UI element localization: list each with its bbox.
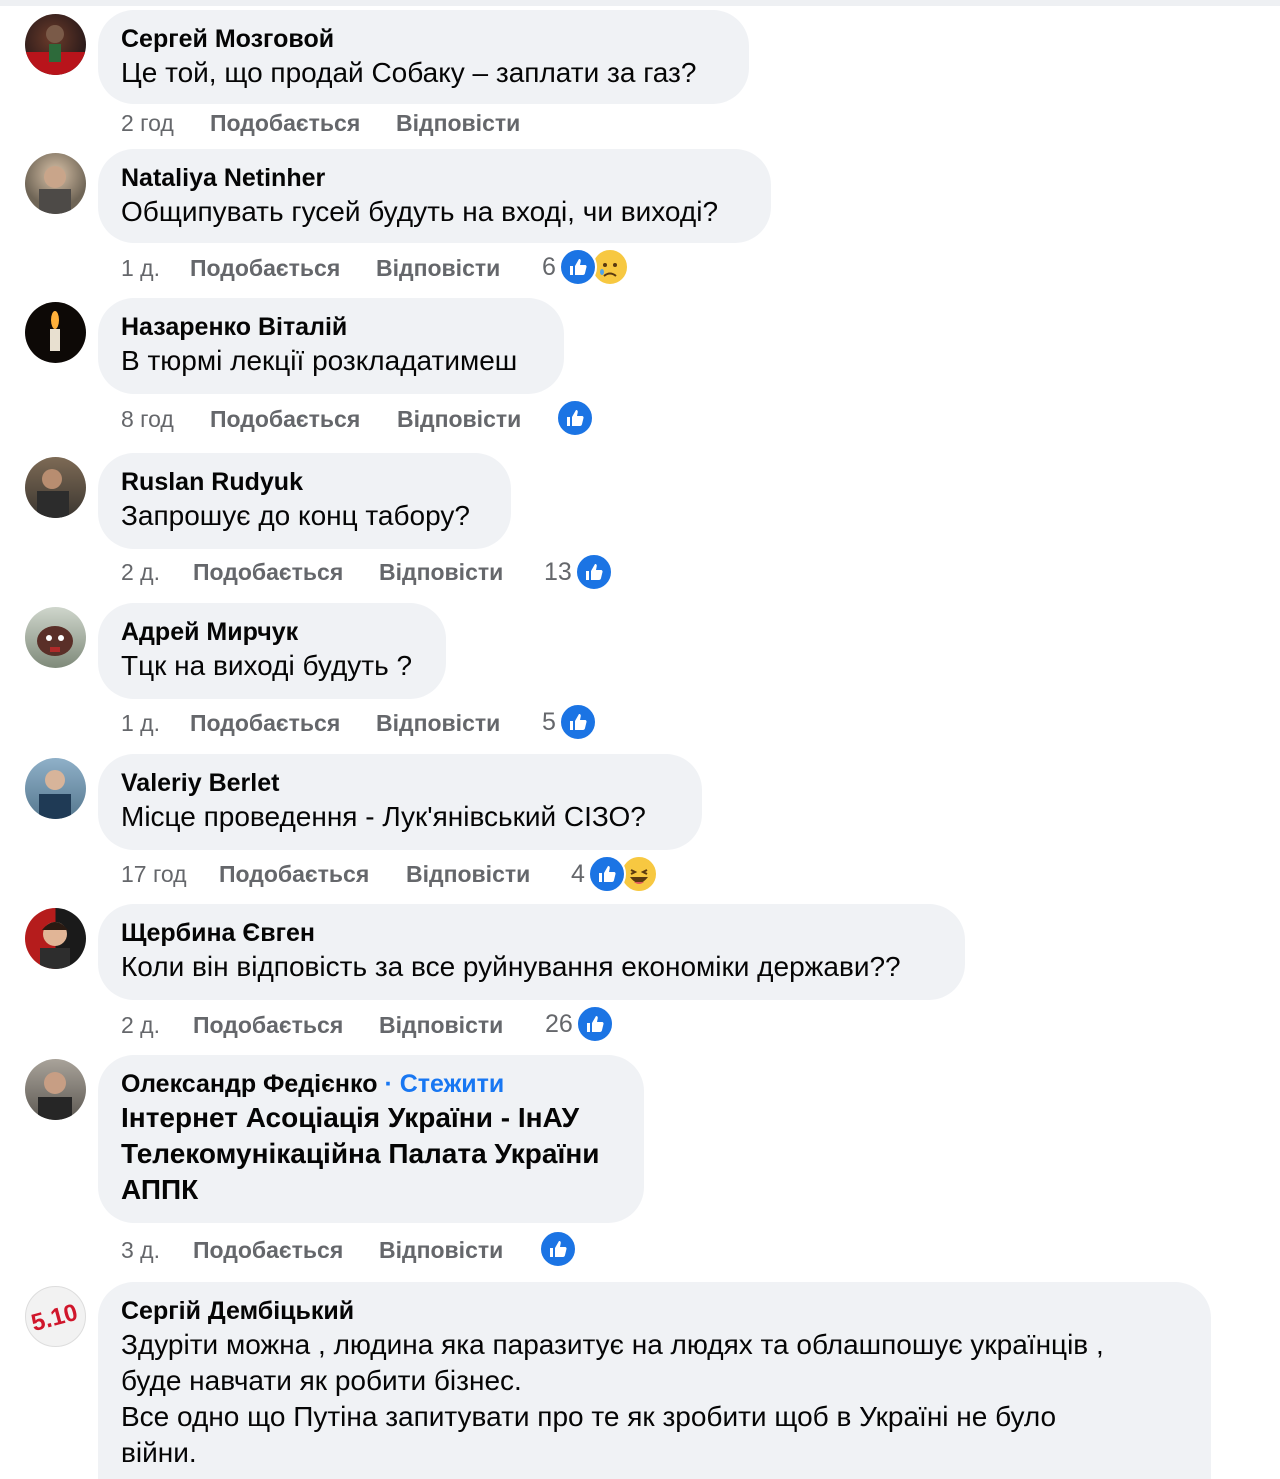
comment-text-line: буде навчати як робити бізнес. <box>121 1365 522 1396</box>
comment-author[interactable]: Назаренко Віталій <box>121 312 541 343</box>
reaction-count: 5 <box>542 707 556 736</box>
like-icon <box>587 855 626 893</box>
comment-bubble: Сергей Мозговой Це той, що продай Собаку… <box>98 10 749 104</box>
comment-text-line: Все одно що Путіна запитувати про те як … <box>121 1401 1057 1432</box>
comment-text-line: АППК <box>121 1174 199 1205</box>
comment-bubble: Щербина Євген Коли він відповість за все… <box>98 904 965 1000</box>
reaction-summary[interactable] <box>539 1230 577 1268</box>
reaction-summary[interactable]: 5 <box>542 703 597 741</box>
avatar[interactable] <box>25 607 86 668</box>
reaction-summary[interactable]: 13 <box>544 553 613 591</box>
like-icon <box>574 553 613 591</box>
comment-text: Це той, що продай Собаку – заплати за га… <box>121 57 697 88</box>
like-button[interactable]: Подобається <box>210 108 360 138</box>
like-button[interactable]: Подобається <box>190 708 340 738</box>
avatar[interactable] <box>25 758 86 819</box>
comment-time[interactable]: 2 д. <box>121 1010 160 1040</box>
reply-button[interactable]: Відповісти <box>379 1235 503 1265</box>
reaction-summary[interactable]: 4 <box>571 855 658 893</box>
reply-button[interactable]: Відповісти <box>379 1010 503 1040</box>
comment-time[interactable]: 8 год <box>121 404 174 434</box>
comment-author[interactable]: Олександр Федієнко <box>121 1070 377 1098</box>
avatar[interactable] <box>25 302 86 363</box>
avatar[interactable] <box>25 908 86 969</box>
comment-bubble: Олександр Федієнко · Стежити Інтернет Ас… <box>98 1055 644 1223</box>
reaction-summary[interactable] <box>556 399 594 437</box>
comment-bubble: Ruslan Rudyuk Запрошує до конц табору? <box>98 453 511 549</box>
comment-time[interactable]: 1 д. <box>121 708 160 738</box>
like-button[interactable]: Подобається <box>193 557 343 587</box>
reply-button[interactable]: Відповісти <box>396 108 520 138</box>
comment-author[interactable]: Адрей Мирчук <box>121 617 423 648</box>
comment-author[interactable]: Nataliya Netinher <box>121 163 748 194</box>
reaction-count: 13 <box>544 557 572 586</box>
reply-button[interactable]: Відповісти <box>376 708 500 738</box>
comment-time[interactable]: 1 д. <box>121 253 160 283</box>
like-button[interactable]: Подобається <box>190 253 340 283</box>
like-button[interactable]: Подобається <box>219 859 369 889</box>
comment-time[interactable]: 2 д. <box>121 557 160 587</box>
like-icon <box>539 1230 577 1268</box>
like-button[interactable]: Подобається <box>193 1235 343 1265</box>
comment-bubble: Valeriy Berlet Місце проведення - Лук'ян… <box>98 754 702 850</box>
like-icon <box>556 399 594 437</box>
like-icon <box>558 248 597 286</box>
comment-bubble: Nataliya Netinher Общипувать гусей будут… <box>98 149 771 243</box>
reply-button[interactable]: Відповісти <box>376 253 500 283</box>
svg-text:5.10: 5.10 <box>28 1299 80 1337</box>
reaction-count: 4 <box>571 859 585 888</box>
reply-button[interactable]: Відповісти <box>397 404 521 434</box>
avatar[interactable] <box>25 14 86 75</box>
reaction-summary[interactable]: 26 <box>545 1005 614 1043</box>
reply-button[interactable]: Відповісти <box>406 859 530 889</box>
reaction-summary[interactable]: 6 <box>542 248 629 286</box>
avatar[interactable] <box>25 153 86 214</box>
top-divider <box>0 0 1280 6</box>
like-button[interactable]: Подобається <box>210 404 360 434</box>
comment-text-line: війни. <box>121 1437 197 1468</box>
comment-text-line: Здуріти можна , людина яка паразитує на … <box>121 1329 1104 1360</box>
comment-author[interactable]: Ruslan Rudyuk <box>121 467 488 498</box>
comment-time[interactable]: 2 год <box>121 108 174 138</box>
comment-text: Запрошує до конц табору? <box>121 500 470 531</box>
comment-time[interactable]: 17 год <box>121 859 187 889</box>
avatar[interactable] <box>25 457 86 518</box>
avatar[interactable]: 5.10 <box>25 1286 86 1347</box>
comment-text: Тцк на виході будуть ? <box>121 650 413 681</box>
comment-text-line: Телекомунікаційна Палата України <box>121 1138 600 1169</box>
avatar[interactable] <box>25 1059 86 1120</box>
comment-author[interactable]: Сергей Мозговой <box>121 24 726 55</box>
comment-text: Коли він відповість за все руйнування ек… <box>121 951 901 982</box>
comment-time[interactable]: 3 д. <box>121 1235 160 1265</box>
reply-button[interactable]: Відповісти <box>379 557 503 587</box>
comment-text-line: Інтернет Асоціація України - ІнАУ <box>121 1102 580 1133</box>
like-icon <box>575 1005 614 1043</box>
comment-text: Общипувать гусей будуть на вході, чи вих… <box>121 196 719 227</box>
reaction-count: 26 <box>545 1009 573 1038</box>
comment-text: Місце проведення - Лук'янівський СІЗО? <box>121 801 646 832</box>
comment-bubble: Адрей Мирчук Тцк на виході будуть ? <box>98 603 446 699</box>
like-button[interactable]: Подобається <box>193 1010 343 1040</box>
like-icon <box>558 703 597 741</box>
follow-button[interactable]: · Стежити <box>384 1070 504 1098</box>
comment-bubble: Назаренко Віталій В тюрмі лекції розклад… <box>98 298 564 394</box>
comment-author[interactable]: Сергій Дембіцький <box>121 1296 1188 1327</box>
comment-author-row: Олександр Федієнко · Стежити <box>121 1069 621 1100</box>
comment-author[interactable]: Valeriy Berlet <box>121 768 679 799</box>
reaction-count: 6 <box>542 252 556 281</box>
comment-bubble: Сергій Дембіцький Здуріти можна , людина… <box>98 1282 1211 1479</box>
comment-text: В тюрмі лекції розкладатимеш <box>121 345 518 376</box>
comment-author[interactable]: Щербина Євген <box>121 918 942 949</box>
